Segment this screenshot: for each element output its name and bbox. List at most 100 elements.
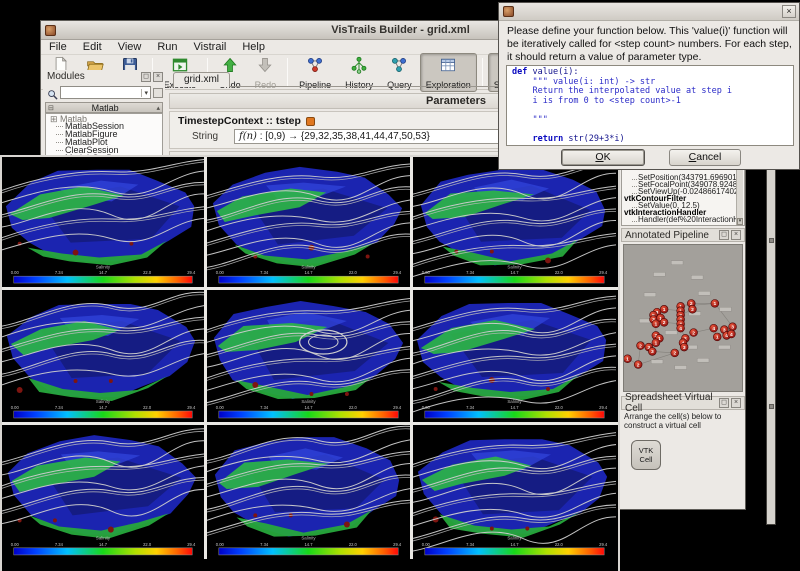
pipeline-node[interactable]: 4 (677, 324, 685, 332)
svg-text:3: 3 (683, 345, 686, 351)
menu-item-file[interactable]: File (41, 41, 75, 53)
annotated-pipeline-graph[interactable]: 13531121134442212112332432243314412 (623, 244, 743, 392)
method-item[interactable]: SetFocalPoint(349078.924882, 2... (624, 181, 736, 188)
colorbar (14, 411, 192, 418)
close-panel-icon[interactable]: × (731, 230, 741, 240)
pipeline-node[interactable]: 2 (690, 329, 698, 337)
pipeline-node[interactable]: 2 (671, 349, 679, 357)
colorbar-tick: 29.4 (599, 542, 608, 547)
colorbar-tick: 7.34 (466, 405, 475, 410)
colorbar-tick: 14.7 (510, 542, 519, 547)
pipeline-node[interactable]: 2 (634, 361, 642, 369)
method-item[interactable]: SetViewUp(-0.0248661740211, 0... (624, 188, 736, 195)
module-search-option-button[interactable] (153, 88, 163, 98)
code-line (512, 106, 788, 116)
colorbar-tick: 29.4 (393, 542, 402, 547)
menu-item-run[interactable]: Run (149, 41, 185, 53)
pipeline-graph-canvas[interactable]: 13531121134442212112332432243314412 (624, 245, 742, 391)
method-item[interactable]: Handler(def%20InteractionHandl... (624, 216, 736, 223)
tree-branch-line (56, 134, 63, 135)
pipeline-node[interactable]: 2 (637, 342, 645, 350)
colorbar-title: Salinity (301, 399, 316, 404)
pipeline-node[interactable]: 1 (624, 355, 631, 363)
colorbar-tick: 22.0 (349, 270, 358, 275)
tree-branch-line (632, 221, 637, 222)
spreadsheet-cell-0-2[interactable]: Salinity0.007.3414.722.029.4 (413, 157, 616, 287)
close-panel-icon[interactable]: × (153, 72, 163, 82)
svg-text:1: 1 (716, 335, 719, 341)
svg-text:1: 1 (713, 301, 716, 307)
colorbar (14, 276, 192, 283)
pipeline-node[interactable]: 1 (652, 339, 660, 347)
background-window-edge (766, 153, 776, 525)
colorbar (425, 276, 604, 283)
annotated-pipeline-header: Annotated Pipeline ◻ × (621, 228, 745, 242)
vtk-cell-button[interactable]: VTK Cell (631, 440, 661, 470)
pipeline-node[interactable]: 2 (660, 318, 668, 326)
code-line: """ (512, 116, 788, 126)
colorbar-tick: 0.00 (216, 542, 225, 547)
svg-text:2: 2 (639, 343, 642, 349)
pipeline-node[interactable]: 1 (652, 320, 660, 328)
spreadsheet-cell-2-1[interactable]: Salinity0.007.3414.722.029.4 (207, 425, 410, 559)
pipeline-node[interactable]: 2 (689, 305, 697, 313)
collapse-icon[interactable]: ⊟ (46, 104, 56, 112)
menu-item-vistrail[interactable]: Vistrail (186, 41, 235, 53)
tree-branch-line (56, 150, 63, 151)
dialog-titlebar[interactable] (499, 3, 799, 21)
menu-item-edit[interactable]: Edit (75, 41, 110, 53)
colorbar-tick: 29.4 (599, 405, 608, 410)
float-panel-icon[interactable]: ◻ (719, 398, 729, 408)
cancel-button[interactable]: Cancel (669, 149, 741, 166)
pipeline-node[interactable]: 3 (648, 348, 656, 356)
colorbar-tick: 22.0 (143, 405, 152, 410)
spreadsheet-cell-0-1[interactable]: Salinity0.007.3414.722.029.4 (207, 157, 410, 287)
exploration-link-icon[interactable] (306, 117, 315, 126)
pipeline-node[interactable]: 4 (727, 330, 735, 338)
method-item[interactable]: SetValue(0, 12.5) (624, 202, 736, 209)
pipeline-node[interactable]: 1 (711, 300, 719, 308)
pipeline-node[interactable]: 3 (680, 343, 688, 351)
colorbar-tick: 0.00 (11, 542, 20, 547)
annotated-pipeline-title: Annotated Pipeline (625, 230, 717, 241)
scroll-up-icon[interactable]: ▴ (154, 104, 162, 112)
colorbar-tick: 22.0 (555, 270, 564, 275)
method-item[interactable]: SetPosition(343791.696901, 26... (624, 174, 736, 181)
svg-text:2: 2 (691, 307, 694, 313)
menu-item-view[interactable]: View (110, 41, 150, 53)
spreadsheet-cell-2-2[interactable]: Salinity0.007.3414.722.029.4 (413, 425, 616, 559)
spreadsheet-cell-2-0[interactable]: Salinity0.007.3414.722.029.4 (2, 425, 204, 559)
colorbar-title: Salinity (96, 399, 111, 404)
colorbar (219, 548, 398, 555)
pipeline-node[interactable]: 1 (713, 333, 721, 341)
right-panel: ▾ SetPosition(343791.696901, 26...SetFoc… (621, 153, 745, 506)
spreadsheet-cell-1-1[interactable]: Salinity0.007.3414.722.029.4 (207, 290, 410, 422)
tree-branch-line (632, 207, 637, 208)
pipeline-module-item[interactable]: vtkInteractionHandler (624, 209, 736, 216)
module-package-group[interactable]: ⊟ Matlab ▴ (45, 102, 163, 113)
tree-branch-line (632, 193, 637, 194)
search-icon (47, 87, 58, 98)
code-editor[interactable]: def value(i): """ value(i: int) -> str R… (506, 65, 794, 146)
pipeline-node[interactable]: 3 (729, 323, 737, 331)
close-panel-icon[interactable]: × (731, 398, 741, 408)
pipeline-module-item[interactable]: vtkContourFilter (624, 195, 736, 202)
spreadsheet-cell-1-2[interactable]: Salinity0.007.3414.722.029.4 (413, 290, 616, 422)
pipeline-node[interactable]: 1 (660, 305, 668, 313)
spreadsheet-cell-0-0[interactable]: Salinity0.007.3414.722.029.4 (2, 157, 204, 287)
float-panel-icon[interactable]: ◻ (719, 230, 729, 240)
menu-item-help[interactable]: Help (234, 41, 273, 53)
colorbar (425, 548, 604, 555)
float-panel-icon[interactable]: ◻ (141, 72, 151, 82)
colorbar-tick: 7.34 (466, 270, 475, 275)
ok-button[interactable]: OK (561, 149, 645, 166)
module-search-input[interactable]: ▾ (60, 86, 151, 99)
scroll-down-icon[interactable]: ▾ (737, 218, 743, 225)
tab-grid-xml[interactable]: grid.xml (173, 72, 230, 87)
pipeline-node[interactable]: 4 (710, 324, 718, 332)
chevron-down-icon[interactable]: ▾ (141, 89, 150, 97)
close-icon[interactable]: × (782, 5, 796, 18)
module-package-title: Matlab (56, 103, 155, 113)
modules-panel-header: Modules ◻ × (43, 70, 165, 83)
spreadsheet-cell-1-0[interactable]: Salinity0.007.3414.722.029.4 (2, 290, 204, 422)
